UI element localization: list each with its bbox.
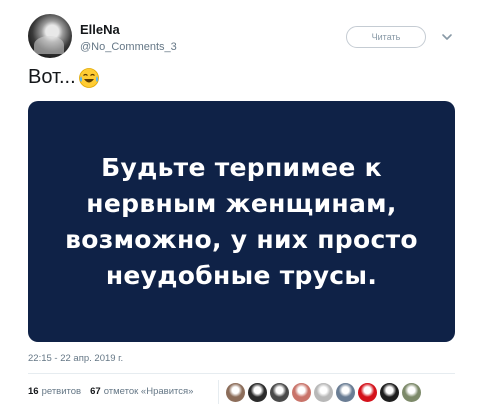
liker-avatar[interactable] <box>292 383 311 402</box>
retweets-count[interactable]: 16 <box>28 386 39 397</box>
author-avatar[interactable] <box>28 14 72 58</box>
likers-avatars <box>226 383 424 402</box>
face-with-tears-of-joy-icon <box>78 67 99 88</box>
author-handle[interactable]: @No_Comments_3 <box>80 41 177 53</box>
tweet-text-content: Вот... <box>28 66 76 88</box>
tweet-timestamp[interactable]: 22:15 - 22 апр. 2019 г. <box>28 353 123 364</box>
tweet-text: Вот... <box>28 66 100 89</box>
divider <box>28 373 455 374</box>
liker-avatar[interactable] <box>402 383 421 402</box>
liker-avatar[interactable] <box>314 383 333 402</box>
stats-divider <box>218 380 219 404</box>
liker-avatar[interactable] <box>226 383 245 402</box>
liker-avatar[interactable] <box>358 383 377 402</box>
follow-button[interactable]: Читать <box>346 26 426 48</box>
media-caption: Будьте терпимее к нервным женщинам, возм… <box>65 152 418 290</box>
liker-avatar[interactable] <box>380 383 399 402</box>
author-name[interactable]: ElleNa <box>80 22 120 37</box>
likes-label[interactable]: отметок «Нравится» <box>104 386 194 397</box>
chevron-down-icon[interactable] <box>440 30 454 44</box>
tweet-stats: 16 ретвитов 67 отметок «Нравится» <box>28 386 193 397</box>
tweet-header: ElleNa @No_Comments_3 Читать <box>28 14 458 62</box>
likes-count[interactable]: 67 <box>90 386 101 397</box>
retweets-label[interactable]: ретвитов <box>42 386 82 397</box>
liker-avatar[interactable] <box>336 383 355 402</box>
liker-avatar[interactable] <box>248 383 267 402</box>
tweet-media-image[interactable]: Будьте терпимее к нервным женщинам, возм… <box>28 101 455 342</box>
liker-avatar[interactable] <box>270 383 289 402</box>
